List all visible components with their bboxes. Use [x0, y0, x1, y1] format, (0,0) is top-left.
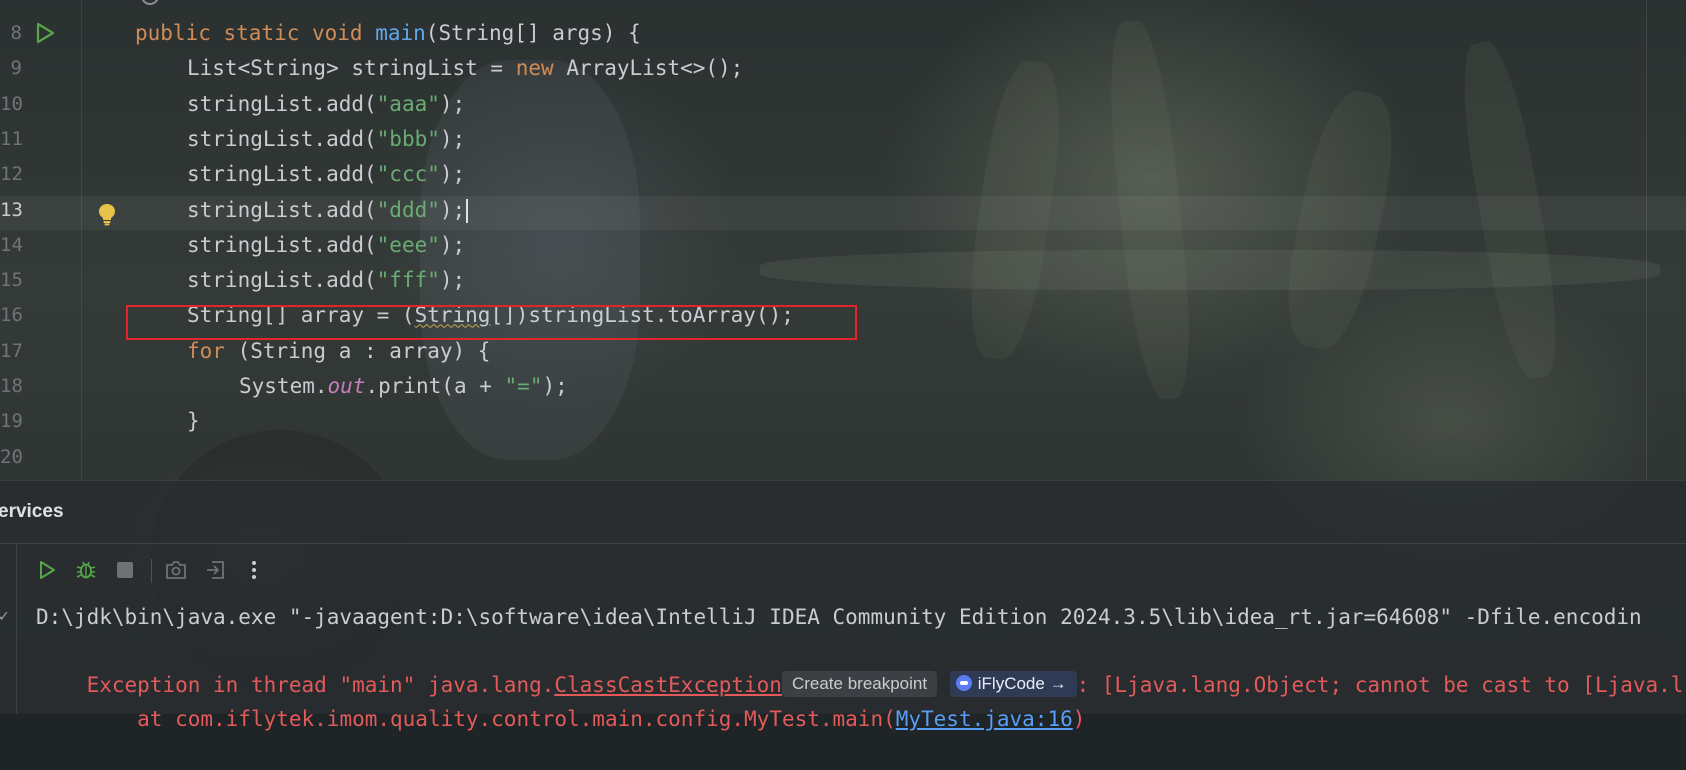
run-icon[interactable]: [34, 557, 60, 583]
toolbar-separator: [151, 559, 152, 583]
tree-chevron-icon[interactable]: ✓: [0, 609, 10, 625]
stack-prefix: at com.iflytek.imom.quality.control.main…: [86, 707, 896, 731]
code-text[interactable]: stringList.add("ccc");: [187, 156, 465, 192]
code-line[interactable]: 18 System.out.print(a + "=");: [0, 368, 1686, 404]
line-number[interactable]: 11: [0, 121, 23, 157]
console-stacktrace-line: at com.iflytek.imom.quality.control.main…: [36, 668, 1085, 770]
code-line[interactable]: 19}: [0, 403, 1686, 439]
code-text[interactable]: List<String> stringList = new ArrayList<…: [187, 50, 743, 86]
code-text[interactable]: System.out.print(a + "=");: [239, 368, 568, 404]
console-command-line: D:\jdk\bin\java.exe "-javaagent:D:\softw…: [36, 605, 1642, 629]
code-text[interactable]: stringList.add("fff");: [187, 262, 465, 298]
code-line[interactable]: 20: [0, 439, 1686, 475]
code-line[interactable]: 10 stringList.add("aaa");: [0, 86, 1686, 122]
copilot-widget-icon[interactable]: [140, 0, 178, 10]
exit-icon[interactable]: [202, 557, 228, 583]
line-number[interactable]: 10: [0, 86, 23, 122]
code-text[interactable]: stringList.add("ddd");: [187, 192, 469, 228]
line-number[interactable]: 12: [0, 156, 23, 192]
divider: [0, 543, 1686, 544]
line-number[interactable]: 20: [0, 439, 23, 475]
code-line[interactable]: 14 stringList.add("eee");: [0, 227, 1686, 263]
code-line[interactable]: 11 stringList.add("bbb");: [0, 121, 1686, 157]
stop-icon[interactable]: [112, 557, 138, 583]
code-text[interactable]: stringList.add("eee");: [187, 227, 465, 263]
tree-panel-border: [16, 543, 17, 714]
line-number[interactable]: 8: [0, 15, 22, 51]
line-number[interactable]: 9: [0, 50, 22, 86]
code-line[interactable]: 8 public static void main(String[] args) …: [0, 15, 1686, 51]
code-line[interactable]: 9 List<String> stringList = new ArrayList…: [0, 50, 1686, 86]
code-text[interactable]: stringList.add("aaa");: [187, 86, 465, 122]
exception-message: : [Ljava.lang.Object; cannot be cast to …: [1076, 673, 1684, 697]
line-number[interactable]: 18: [0, 368, 23, 404]
debug-icon[interactable]: [73, 557, 99, 583]
line-number[interactable]: 19: [0, 403, 23, 439]
code-text[interactable]: public static void main(String[] args) {: [135, 15, 641, 51]
camera-icon[interactable]: [163, 557, 189, 583]
code-text[interactable]: stringList.add("bbb");: [187, 121, 465, 157]
line-number[interactable]: 15: [0, 262, 23, 298]
services-tool-window: ervices ✓ D:\jdk\bin\java.exe "-javaagen…: [0, 480, 1686, 731]
line-number[interactable]: 13: [0, 192, 23, 228]
code-line[interactable]: 15 stringList.add("fff");: [0, 262, 1686, 298]
line-number[interactable]: 14: [0, 227, 23, 263]
code-line[interactable]: 12 stringList.add("ccc");: [0, 156, 1686, 192]
stack-source-link[interactable]: MyTest.java:16: [896, 707, 1073, 731]
tool-window-title[interactable]: ervices: [0, 501, 64, 523]
line-number[interactable]: 17: [0, 333, 23, 369]
more-icon[interactable]: [241, 557, 267, 583]
code-editor[interactable]: 8 public static void main(String[] args) …: [0, 0, 1686, 480]
annotation-highlight-box: [126, 305, 857, 340]
code-line[interactable]: 13 stringList.add("ddd");: [0, 192, 1686, 228]
code-text[interactable]: }: [187, 403, 200, 439]
stack-suffix: ): [1072, 707, 1086, 731]
line-number[interactable]: 16: [0, 297, 23, 333]
